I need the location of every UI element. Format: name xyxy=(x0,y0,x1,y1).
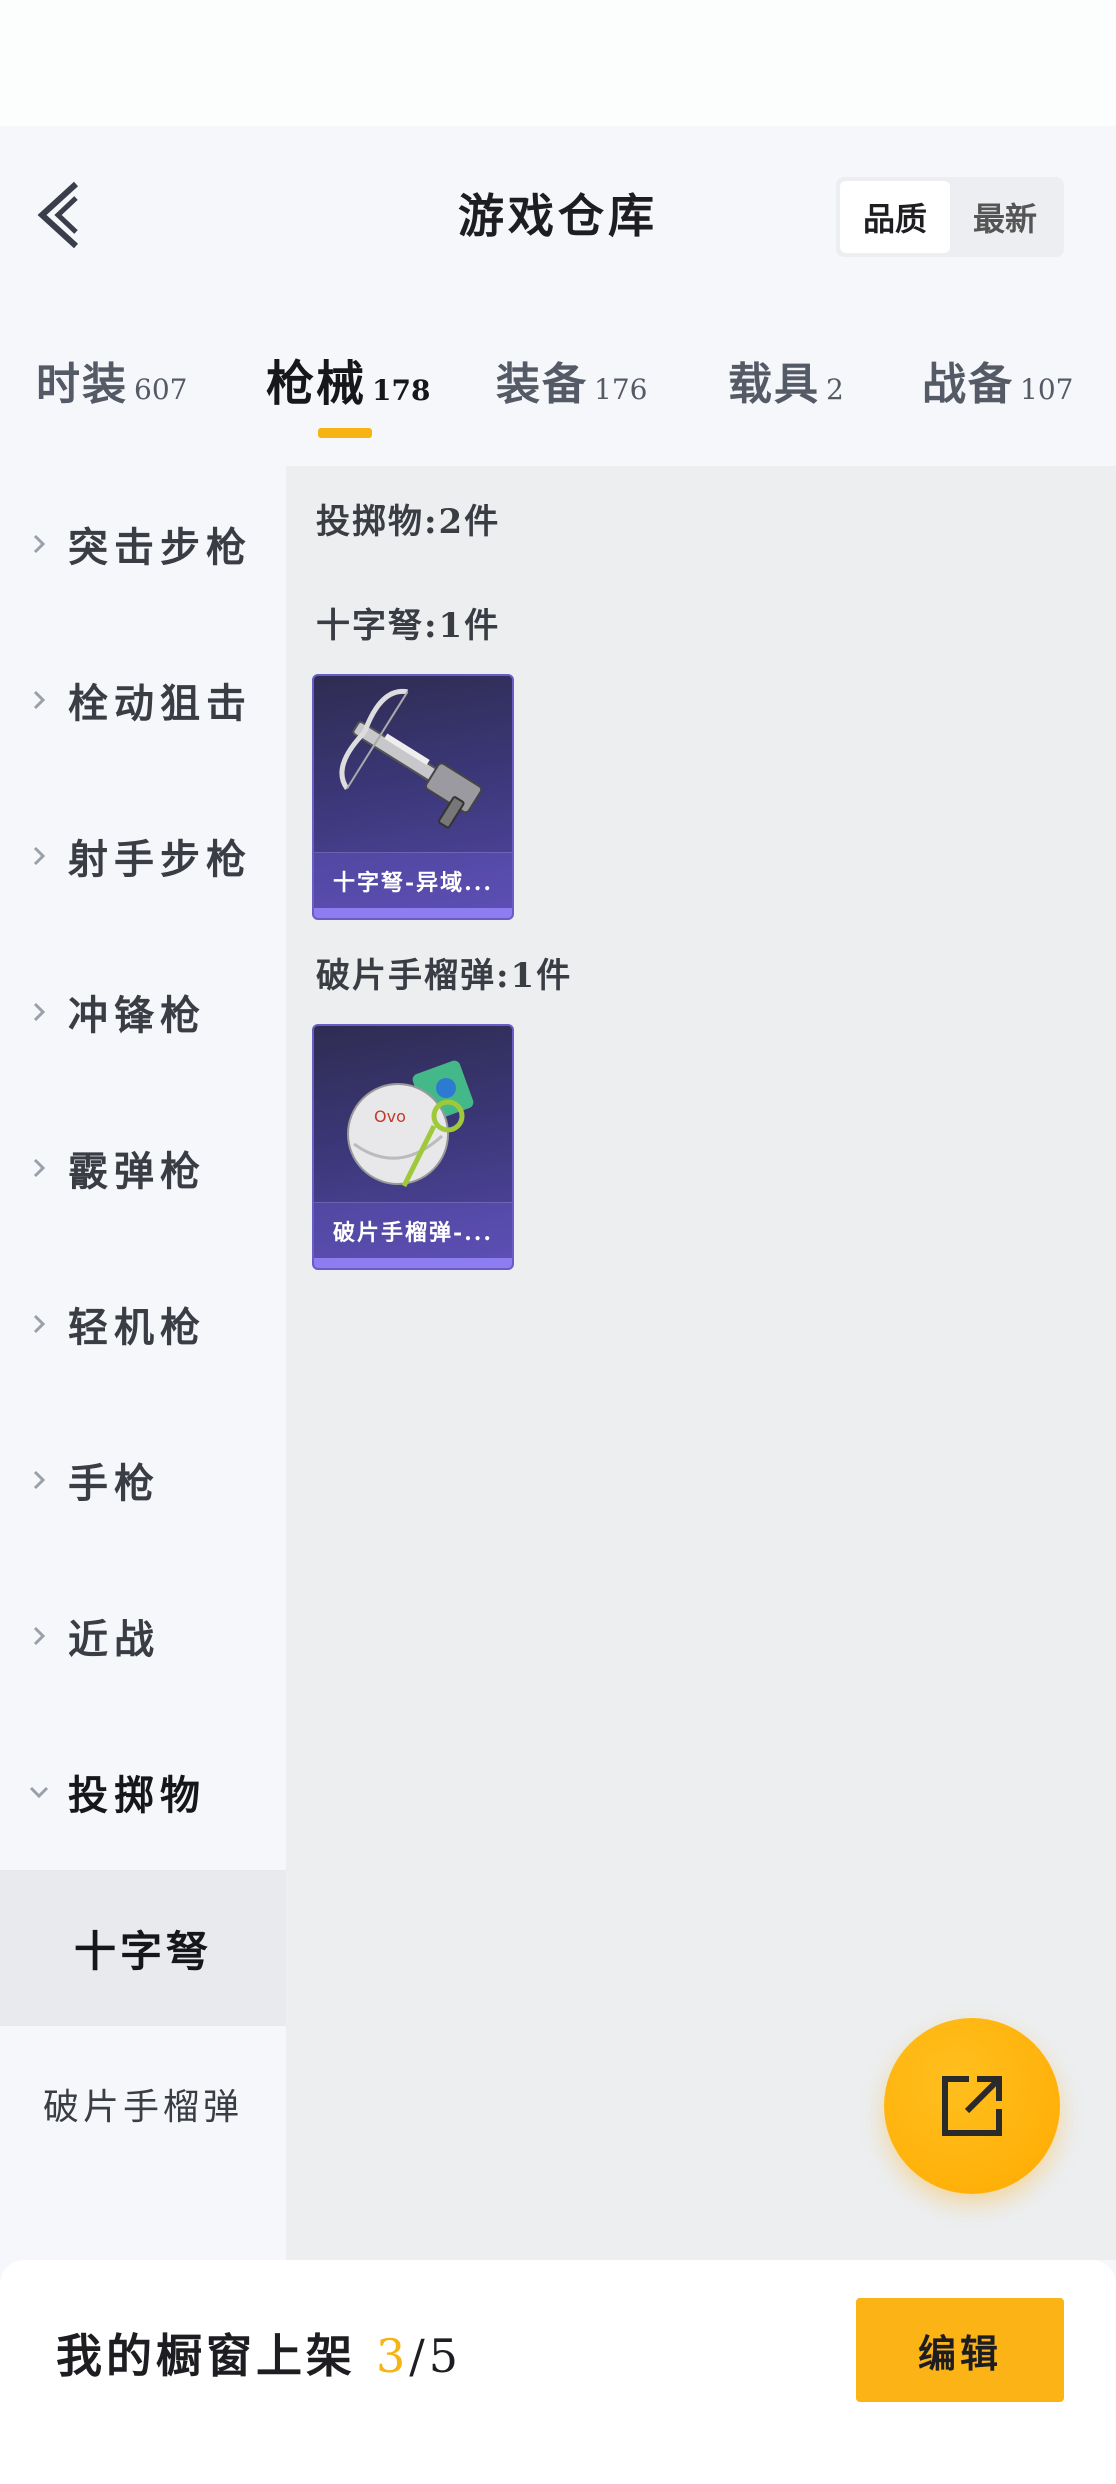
sidebar-subitem-label: 破片手榴弹 xyxy=(42,2087,243,2128)
sidebar-item-shotgun[interactable]: 霰弹枪 xyxy=(0,1090,286,1246)
sidebar-item-throwables[interactable]: 投掷物 xyxy=(0,1714,286,1870)
sidebar-item-pistol[interactable]: 手枪 xyxy=(0,1402,286,1558)
sidebar-item-assault-rifle[interactable]: 突击步枪 xyxy=(0,466,286,622)
item-card-frag-grenade[interactable]: Ovo 破片手榴弹-... xyxy=(312,1024,514,1270)
tab-label: 战备 xyxy=(922,359,1014,410)
tab-label: 枪械 xyxy=(266,356,367,412)
sidebar-item-smg[interactable]: 冲锋枪 xyxy=(0,934,286,1090)
item-name-bar: 破片手榴弹-... xyxy=(314,1202,512,1258)
chevron-right-icon xyxy=(33,1002,46,1022)
sort-toggle: 品质 最新 xyxy=(836,177,1064,257)
sidebar-item-label: 冲锋枪 xyxy=(68,992,206,1039)
group-title-crossbow: 十字弩:1件 xyxy=(316,606,501,646)
chevron-right-icon xyxy=(33,1314,46,1334)
sidebar-item-label: 突击步枪 xyxy=(68,524,252,571)
chevron-right-icon xyxy=(33,1626,46,1646)
tab-count: 2 xyxy=(826,373,844,406)
tab-count: 176 xyxy=(594,373,648,406)
tab-label: 载具 xyxy=(728,359,820,410)
group-title-frag-grenade: 破片手榴弹:1件 xyxy=(316,956,573,996)
tab-count: 107 xyxy=(1020,373,1074,406)
sidebar-item-label: 射手步枪 xyxy=(68,836,252,883)
sort-option-quality[interactable]: 品质 xyxy=(840,181,950,253)
showcase-status: 我的橱窗上架 3/5 xyxy=(56,2320,462,2386)
tab-supplies[interactable]: 战备 107 xyxy=(922,348,1073,468)
showcase-total: /5 xyxy=(409,2329,463,2383)
sort-option-latest[interactable]: 最新 xyxy=(950,181,1060,253)
status-bar-area xyxy=(0,0,1116,126)
category-tabs: 时装 607 枪械 178 装备 176 载具 2 战备 107 xyxy=(0,330,1116,450)
active-tab-indicator xyxy=(318,428,372,438)
tab-label: 装备 xyxy=(496,359,588,410)
tab-vehicles[interactable]: 载具 2 xyxy=(728,348,844,468)
sidebar-subitem-label: 十字弩 xyxy=(73,1926,212,1976)
tab-guns[interactable]: 枪械 178 xyxy=(266,344,430,464)
item-name: 十字弩-异域... xyxy=(332,869,494,896)
sidebar-item-label: 投掷物 xyxy=(68,1772,206,1819)
item-name-bar: 十字弩-异域... xyxy=(314,852,512,908)
item-card-crossbow[interactable]: 十字弩-异域... xyxy=(312,674,514,920)
sidebar-item-lmg[interactable]: 轻机枪 xyxy=(0,1246,286,1402)
edit-button-label: 编辑 xyxy=(917,2330,1002,2376)
tab-equipment[interactable]: 装备 176 xyxy=(496,348,647,468)
sidebar-subitem-crossbow[interactable]: 十字弩 xyxy=(0,1870,286,2026)
tab-fashion[interactable]: 时装 607 xyxy=(36,348,187,468)
chevron-right-icon xyxy=(33,1158,46,1178)
share-button[interactable] xyxy=(884,2018,1060,2194)
share-external-icon xyxy=(942,2076,1002,2136)
svg-text:Ovo: Ovo xyxy=(374,1107,406,1126)
sidebar-subitem-frag-grenade[interactable]: 破片手榴弹 xyxy=(0,2026,286,2182)
showcase-label: 我的橱窗上架 xyxy=(56,2329,356,2383)
tab-label: 时装 xyxy=(36,359,128,410)
sidebar-item-label: 栓动狙击 xyxy=(68,680,252,727)
sidebar-item-label: 近战 xyxy=(68,1616,160,1663)
category-summary: 投掷物:2件 xyxy=(316,502,501,542)
sidebar-item-melee[interactable]: 近战 xyxy=(0,1558,286,1714)
showcase-count: 3 xyxy=(376,2329,410,2383)
tab-count: 178 xyxy=(372,374,431,407)
chevron-right-icon xyxy=(33,846,46,866)
sidebar-item-label: 轻机枪 xyxy=(68,1304,206,1351)
chevron-right-icon xyxy=(33,690,46,710)
sidebar-item-label: 霰弹枪 xyxy=(68,1148,206,1195)
chevron-right-icon xyxy=(33,1470,46,1490)
rarity-strip xyxy=(314,908,512,918)
chevron-right-icon xyxy=(33,534,46,554)
edit-button[interactable]: 编辑 xyxy=(856,2298,1064,2402)
crossbow-icon xyxy=(339,688,483,829)
rarity-strip xyxy=(314,1258,512,1268)
sidebar-item-label: 手枪 xyxy=(68,1460,160,1507)
chevron-down-icon xyxy=(29,1786,49,1799)
sidebar-item-marksman-rifle[interactable]: 射手步枪 xyxy=(0,778,286,934)
grenade-icon: Ovo xyxy=(347,1060,474,1188)
sidebar-item-bolt-sniper[interactable]: 栓动狙击 xyxy=(0,622,286,778)
tab-count: 607 xyxy=(134,373,188,406)
item-name: 破片手榴弹-... xyxy=(332,1219,494,1246)
